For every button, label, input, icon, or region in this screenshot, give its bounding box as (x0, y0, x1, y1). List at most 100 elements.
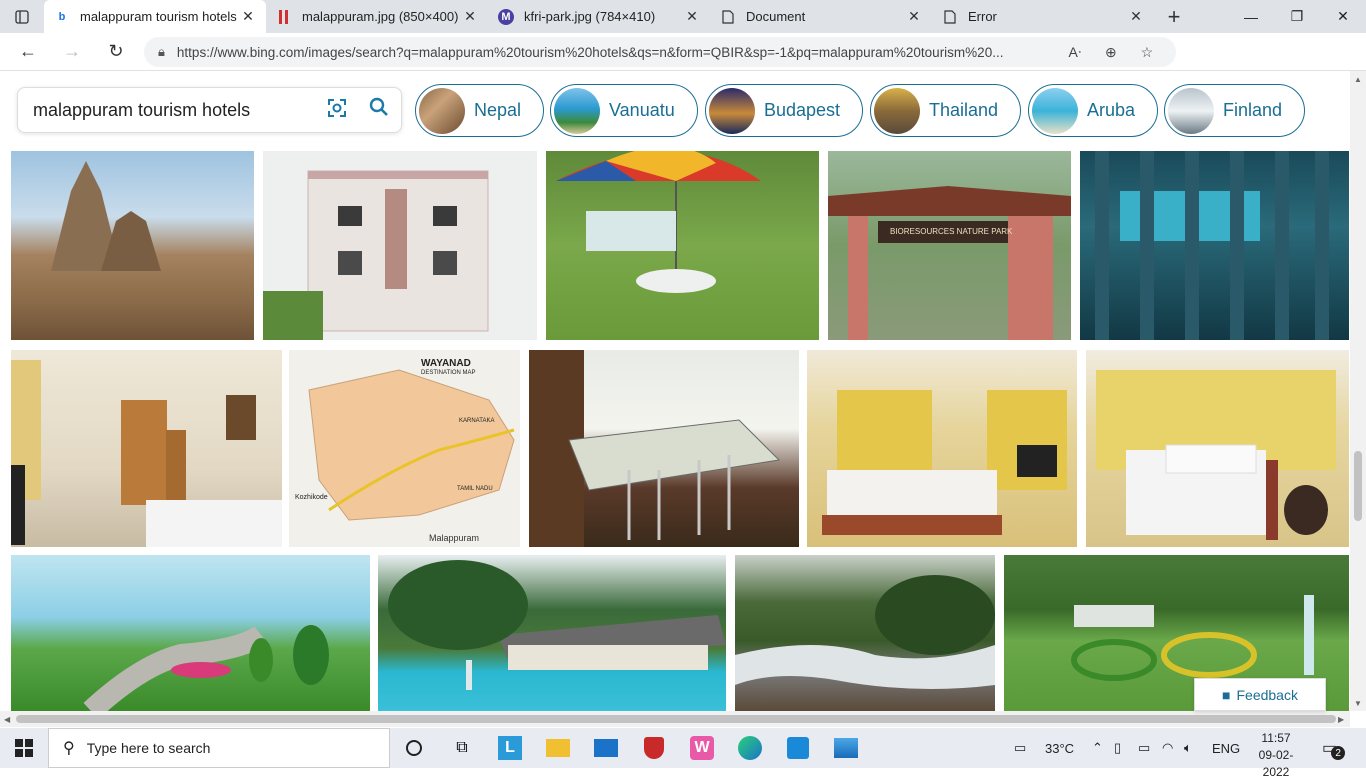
app-l-icon[interactable]: L (486, 728, 534, 768)
address-toolbar: ← → ↻ 🔒︎ https://www.bing.com/images/sea… (0, 33, 1366, 96)
tab-label: kfri-park.jpg (784×410) (524, 9, 656, 24)
cortana-icon[interactable] (390, 728, 438, 768)
tab-error[interactable]: Error ✕ (932, 0, 1154, 33)
windows-start-icon[interactable] (0, 728, 48, 768)
scroll-left-icon[interactable]: ◀ (4, 715, 10, 724)
mcafee-icon[interactable] (630, 728, 678, 768)
related-pill-vanuatu[interactable]: Vanuatu (550, 84, 698, 137)
image-result[interactable] (735, 555, 995, 711)
map-caption: Malappuram (429, 533, 480, 543)
pill-thumbnail (874, 87, 920, 134)
date: 09-02-2022 (1258, 748, 1294, 779)
search-icon[interactable] (357, 97, 401, 123)
tab-document[interactable]: Document ✕ (710, 0, 932, 33)
search-input[interactable]: malappuram tourism hotels (17, 87, 402, 133)
tab-actions-icon[interactable] (0, 0, 44, 33)
image-result[interactable] (546, 151, 819, 340)
close-icon[interactable]: ✕ (240, 8, 256, 25)
add-favorite-icon[interactable]: ☆ (1129, 44, 1165, 61)
image-result[interactable] (11, 555, 370, 711)
close-icon[interactable]: ✕ (684, 8, 700, 25)
related-pill-thailand[interactable]: Thailand (870, 84, 1022, 137)
scroll-up-icon[interactable]: ▲ (1354, 75, 1362, 84)
volume-icon[interactable]: 🔈︎ (1184, 728, 1192, 768)
zoom-icon[interactable]: ⊕ (1093, 44, 1129, 61)
tab-bar: b malappuram tourism hotels - ✕ malappur… (0, 0, 1366, 33)
edge-icon[interactable] (726, 728, 774, 768)
map-label: Kozhikode (295, 494, 328, 501)
image-result[interactable] (11, 350, 282, 547)
map-label: TAMIL NADU (457, 486, 493, 492)
clock[interactable]: 11:57 09-02-2022 (1246, 730, 1306, 781)
battery-icon[interactable]: ▭ (1138, 728, 1150, 768)
related-pill-budapest[interactable]: Budapest (705, 84, 864, 137)
read-aloud-icon[interactable]: Aᐧ (1057, 44, 1093, 61)
weather-icon[interactable]: ▭ (1014, 728, 1026, 768)
image-result[interactable] (1086, 350, 1349, 547)
tab-kfri-park-jpg[interactable]: M kfri-park.jpg (784×410) ✕ (488, 0, 710, 33)
pill-label: Nepal (474, 100, 522, 120)
related-pill-aruba[interactable]: Aruba (1028, 84, 1159, 137)
scroll-thumb[interactable] (16, 715, 1336, 723)
related-pill-finland[interactable]: Finland (1164, 84, 1306, 137)
photos-icon[interactable] (822, 728, 870, 768)
tab-bing-search[interactable]: b malappuram tourism hotels - ✕ (44, 0, 266, 33)
pill-thumbnail (419, 87, 465, 134)
notification-icon[interactable]: ▭ 2 (1322, 728, 1346, 768)
address-input[interactable]: 🔒︎ https://www.bing.com/images/search?q=… (144, 37, 1176, 67)
restore-button[interactable]: ❐ (1274, 0, 1320, 33)
pill-label: Finland (1223, 100, 1283, 120)
lock-icon[interactable]: 🔒︎ (158, 44, 165, 60)
close-icon[interactable]: ✕ (906, 8, 922, 25)
image-result[interactable] (529, 350, 799, 547)
temperature[interactable]: 33°C (1045, 728, 1074, 768)
file-explorer-icon[interactable] (534, 728, 582, 768)
scroll-right-icon[interactable]: ▶ (1338, 715, 1344, 724)
feedback-label: Feedback (1236, 686, 1298, 703)
image-result[interactable]: BIORESOURCES NATURE PARK (828, 151, 1071, 340)
forward-button[interactable]: → (50, 33, 94, 71)
pill-label: Thailand (929, 100, 999, 120)
minimize-button[interactable]: — (1228, 0, 1274, 33)
close-icon[interactable]: ✕ (462, 8, 478, 25)
image-result[interactable] (11, 151, 254, 340)
image-result[interactable] (378, 555, 726, 711)
image-result[interactable] (807, 350, 1077, 547)
horizontal-scrollbar[interactable]: ◀ ▶ (0, 711, 1350, 727)
back-button[interactable]: ← (6, 33, 50, 71)
refresh-button[interactable]: ↻ (94, 33, 138, 71)
vertical-scrollbar[interactable]: ▲ ▼ (1350, 71, 1366, 711)
sign-text: BIORESOURCES NATURE PARK (890, 227, 1013, 236)
pill-thumbnail (554, 87, 600, 134)
taskbar-search-input[interactable]: ⚲ Type here to search (48, 728, 390, 768)
map-label: KARNATAKA (459, 418, 495, 424)
language-indicator[interactable]: ENG (1212, 728, 1240, 768)
scroll-thumb[interactable] (1354, 451, 1362, 521)
feedback-button[interactable]: ■ Feedback (1194, 678, 1326, 711)
close-icon[interactable]: ✕ (1128, 8, 1144, 25)
related-pill-nepal[interactable]: Nepal (415, 84, 545, 137)
image-result[interactable] (263, 151, 537, 340)
image-result[interactable]: WAYANAD DESTINATION MAP KARNATAKA Kozhik… (289, 350, 520, 547)
document-icon (720, 9, 736, 25)
tab-label: Document (746, 9, 806, 24)
image-icon (276, 9, 292, 25)
url-text: https://www.bing.com/images/search?q=mal… (176, 44, 1004, 60)
wifi-icon[interactable]: ◠ (1162, 728, 1173, 768)
feedback-icon: ■ (1222, 686, 1231, 703)
image-result[interactable] (1080, 151, 1349, 340)
tab-label: Error (968, 9, 997, 24)
task-view-icon[interactable]: ⧉ (438, 728, 486, 768)
map-subtitle: DESTINATION MAP (421, 370, 476, 376)
close-window-button[interactable]: ✕ (1320, 0, 1366, 33)
device-icon[interactable]: ▯ (1114, 728, 1121, 768)
vscode-icon[interactable] (774, 728, 822, 768)
time: 11:57 (1261, 731, 1291, 745)
show-hidden-icons[interactable]: ⌃ (1092, 728, 1103, 768)
mail-icon[interactable] (582, 728, 630, 768)
visual-search-icon[interactable] (317, 98, 357, 123)
new-tab-button[interactable]: + (1154, 0, 1194, 33)
tab-malappuram-jpg[interactable]: malappuram.jpg (850×400) ✕ (266, 0, 488, 33)
app-w-icon[interactable]: W (678, 728, 726, 768)
scroll-down-icon[interactable]: ▼ (1354, 699, 1362, 708)
